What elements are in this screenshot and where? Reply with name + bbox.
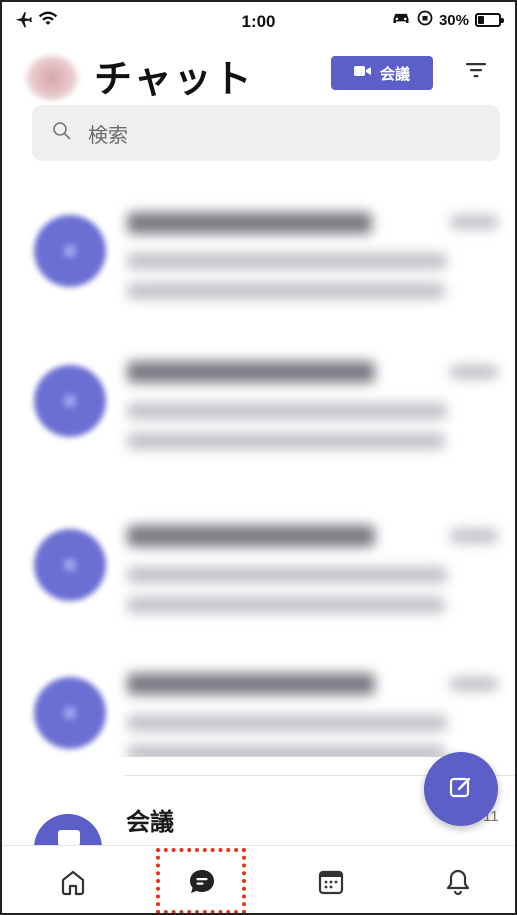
calendar-glyph xyxy=(58,830,80,846)
video-camera-icon xyxy=(353,64,372,82)
home-icon xyxy=(58,867,88,901)
nav-activity[interactable] xyxy=(438,864,478,904)
blurred-chat-title xyxy=(127,525,375,547)
page-title: チャット xyxy=(94,57,254,101)
blurred-chat-preview xyxy=(127,715,447,731)
avatar[interactable] xyxy=(26,56,78,100)
blurred-chat-title xyxy=(127,673,375,695)
car-icon xyxy=(391,11,411,29)
search-icon xyxy=(52,121,72,145)
meet-button-label: 会議 xyxy=(379,64,410,83)
blurred-chat-preview xyxy=(127,567,447,583)
new-chat-button[interactable] xyxy=(424,752,498,826)
chat-list-item[interactable] xyxy=(2,327,515,477)
chat-avatar xyxy=(34,365,106,437)
blurred-chat-time xyxy=(450,215,498,229)
highlight-annotation xyxy=(156,848,246,913)
blurred-chat-preview xyxy=(127,745,445,757)
meeting-title[interactable]: 会議 xyxy=(126,802,174,837)
blurred-chat-time xyxy=(450,677,498,691)
search-input[interactable]: 検索 xyxy=(32,105,500,161)
calendar-icon xyxy=(316,867,346,901)
nav-calendar[interactable] xyxy=(311,864,351,904)
chat-avatar xyxy=(34,215,106,287)
meet-button[interactable]: 会議 xyxy=(331,56,433,90)
chat-avatar xyxy=(34,677,106,749)
blurred-chat-title xyxy=(127,361,375,383)
search-placeholder: 検索 xyxy=(88,122,128,147)
status-bar: 1:00 30% xyxy=(2,2,515,40)
orientation-lock-icon xyxy=(417,10,433,30)
blurred-chat-preview xyxy=(127,597,445,613)
blurred-chat-time xyxy=(450,365,498,379)
chat-list-item[interactable] xyxy=(2,639,515,757)
chat-list xyxy=(2,177,515,757)
filter-button[interactable] xyxy=(462,58,490,86)
battery-icon xyxy=(475,13,504,27)
battery-percent: 30% xyxy=(438,11,469,29)
battery-level xyxy=(478,16,484,24)
blurred-chat-preview xyxy=(127,433,445,449)
blurred-chat-title xyxy=(127,212,372,234)
status-right: 30% xyxy=(391,10,504,30)
header: チャット 会議 xyxy=(2,42,515,102)
nav-home[interactable] xyxy=(53,864,93,904)
blurred-chat-preview xyxy=(127,253,447,269)
bottom-nav xyxy=(2,845,515,913)
compose-icon xyxy=(448,774,474,804)
blurred-chat-preview xyxy=(127,283,445,299)
chat-list-item[interactable] xyxy=(2,177,515,327)
chat-avatar xyxy=(34,529,106,601)
bell-icon xyxy=(443,867,473,901)
chat-list-item[interactable] xyxy=(2,491,515,641)
blurred-chat-time xyxy=(450,529,498,543)
app-screen: 1:00 30% チャット 会議 検索 会議 11 xyxy=(0,0,517,915)
filter-icon xyxy=(465,62,487,82)
blurred-chat-preview xyxy=(127,403,447,419)
